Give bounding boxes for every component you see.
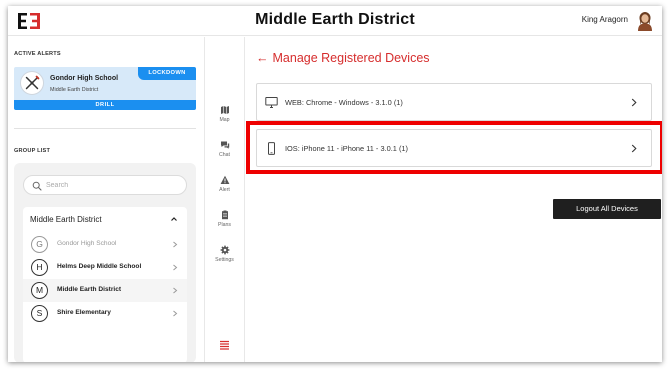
chevron-right-icon <box>631 98 637 107</box>
rail-label: Chat <box>219 152 230 158</box>
group-list: Middle Earth District G Gondor High Scho… <box>23 207 187 362</box>
user-avatar[interactable] <box>636 11 654 31</box>
group-item-shire-elementary[interactable]: S Shire Elementary <box>23 302 187 325</box>
device-row-web[interactable]: WEB: Chrome - Windows - 3.1.0 (1) <box>256 83 652 121</box>
rail-item-plans[interactable]: Plans <box>205 210 244 238</box>
group-item-label: Shire Elementary <box>57 309 111 316</box>
rail-label: Settings <box>215 257 234 263</box>
chat-icon <box>220 141 229 149</box>
lockdown-badge: LOCKDOWN <box>138 67 196 80</box>
device-label: IOS: iPhone 11 - iPhone 11 - 3.0.1 (1) <box>285 144 408 153</box>
alert-school-name: Gondor High School <box>50 75 119 82</box>
back-arrow-icon: ← <box>256 51 269 65</box>
app-title: Middle Earth District <box>255 11 415 28</box>
page-title: Manage Registered Devices <box>272 51 430 65</box>
chevron-up-icon[interactable] <box>170 215 178 223</box>
alert-icon <box>220 175 229 184</box>
group-letter-badge: H <box>31 259 48 276</box>
active-alerts-heading: ACTIVE ALERTS <box>14 51 61 57</box>
top-bar: Middle Earth District King Aragorn <box>8 6 662 36</box>
active-alert-card[interactable]: Gondor High School Middle Earth District… <box>14 67 196 110</box>
district-group-label: Middle Earth District <box>30 215 102 224</box>
drill-bar: DRILL <box>14 100 196 110</box>
rail-label: Plans <box>218 222 231 228</box>
search-icon <box>32 181 42 191</box>
chevron-right-icon <box>173 310 178 317</box>
rail-item-alert[interactable]: Alert <box>205 175 244 203</box>
left-panel: ACTIVE ALERTS Gondor High School Middle … <box>8 37 204 362</box>
hamburger-icon[interactable] <box>219 340 230 350</box>
rail-label: Map <box>219 117 230 123</box>
map-icon <box>220 106 229 114</box>
chevron-right-icon <box>173 264 178 271</box>
chevron-right-icon <box>631 144 637 153</box>
nav-rail: Map Chat Alert Plans Settings <box>204 37 245 362</box>
rail-item-chat[interactable]: Chat <box>205 140 244 168</box>
chevron-right-icon <box>173 241 178 248</box>
desktop-icon <box>265 97 278 108</box>
rail-item-settings[interactable]: Settings <box>205 245 244 273</box>
device-label: WEB: Chrome - Windows - 3.1.0 (1) <box>285 98 403 107</box>
group-list-heading: GROUP LIST <box>14 148 51 154</box>
alert-district-name: Middle Earth District <box>50 87 99 93</box>
rail-item-map[interactable]: Map <box>205 105 244 133</box>
group-item-label: Gondor High School <box>57 240 117 247</box>
group-item-helms-deep-middle-school[interactable]: H Helms Deep Middle School <box>23 256 187 279</box>
plans-icon <box>221 210 228 220</box>
main-content: ← Manage Registered Devices WEB: Chrome -… <box>246 37 662 362</box>
group-item-label: Middle Earth District <box>57 286 122 293</box>
phone-icon <box>268 142 275 155</box>
group-search-input[interactable] <box>46 179 176 192</box>
group-letter-badge: M <box>31 282 48 299</box>
group-letter-badge: G <box>31 236 48 253</box>
district-group-header[interactable]: Middle Earth District <box>23 207 187 231</box>
logout-all-devices-button[interactable]: Logout All Devices <box>553 199 661 219</box>
rail-label: Alert <box>219 187 230 193</box>
gear-icon <box>220 245 229 255</box>
section-divider <box>14 128 196 129</box>
group-item-middle-earth-district[interactable]: M Middle Earth District <box>23 279 187 302</box>
group-letter-badge: S <box>31 305 48 322</box>
group-item-label: Helms Deep Middle School <box>57 263 142 270</box>
app-window: Middle Earth District King Aragorn ACTIV… <box>8 6 662 362</box>
device-row-ios[interactable]: IOS: iPhone 11 - iPhone 11 - 3.0.1 (1) <box>256 129 652 167</box>
lockdown-alert-icon <box>20 71 44 95</box>
manage-devices-back-link[interactable]: ← Manage Registered Devices <box>256 51 430 65</box>
group-search-box[interactable] <box>23 175 187 195</box>
user-name[interactable]: King Aragorn <box>582 15 628 24</box>
group-list-panel: Middle Earth District G Gondor High Scho… <box>14 163 196 362</box>
group-item-gondor-high-school[interactable]: G Gondor High School <box>23 233 187 256</box>
chevron-right-icon <box>173 287 178 294</box>
